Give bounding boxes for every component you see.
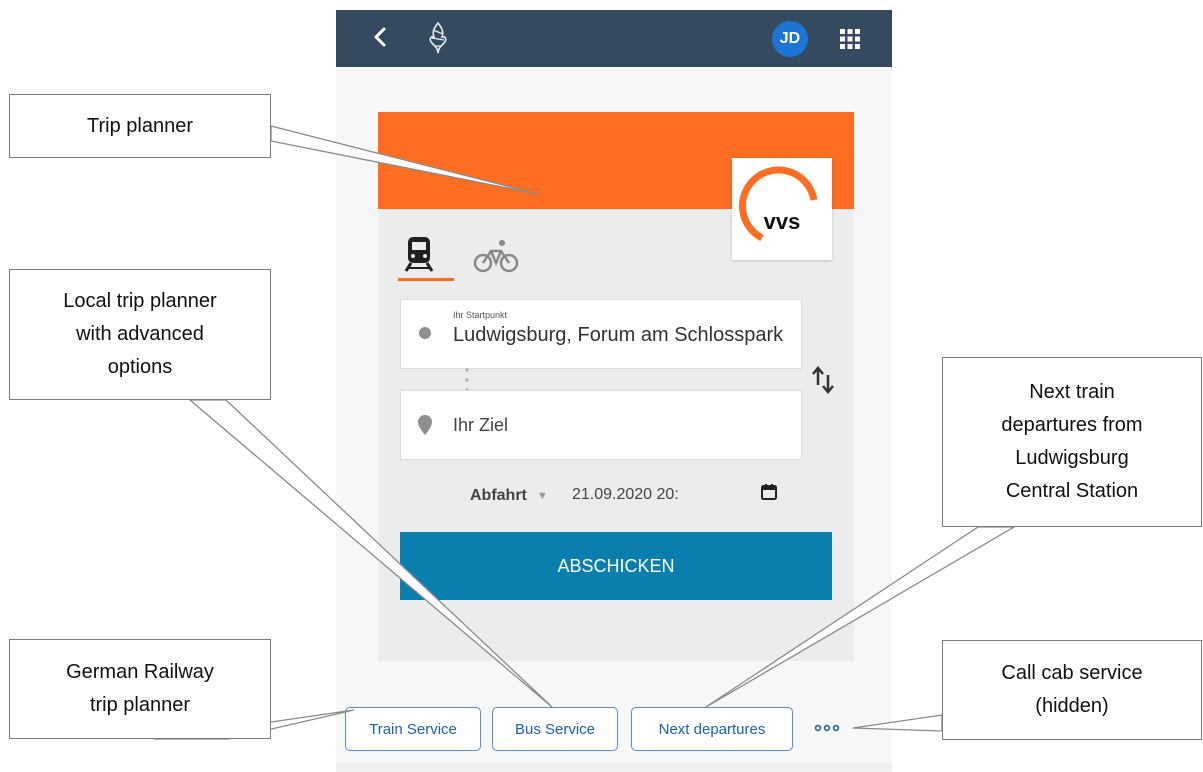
grid-icon[interactable] [839,28,861,50]
coat-of-arms-icon [429,21,447,54]
callout-next-train-departures: Next train departures from Ludwigsburg C… [942,357,1202,527]
avatar[interactable]: JD [772,21,808,57]
departure-mode-label: Abfahrt [470,487,527,504]
swap-icon[interactable] [811,365,835,395]
calendar-icon[interactable] [760,483,778,501]
start-dot-icon [419,327,431,339]
callout-local-trip-planner: Local trip planner with advanced options [9,269,271,400]
callout-call-cab-text: Call cab service (hidden) [1001,662,1143,717]
bicycle-icon[interactable] [472,238,520,274]
datetime-input[interactable]: 21.09.2020 20:00 [572,486,678,504]
bottom-strip [336,763,892,772]
back-button[interactable] [366,22,396,52]
destination-field[interactable]: Ihr Ziel [400,390,802,460]
caret-down-icon: ▼ [536,490,548,502]
start-point-value[interactable]: Ludwigsburg, Forum am Schlosspark [453,324,801,347]
train-icon[interactable] [402,234,436,274]
start-point-caption: Ihr Startpunkt [453,310,508,320]
chevron-left-icon [374,27,386,47]
submit-button[interactable]: ABSCHICKEN [400,532,832,600]
selected-mode-indicator [398,278,454,281]
top-bar: JD [336,10,892,67]
callout-trip-planner: Trip planner [9,94,271,158]
departure-mode-select[interactable]: Abfahrt ▼ [470,484,548,508]
train-service-button[interactable]: Train Service [345,707,481,751]
callout-call-cab: Call cab service (hidden) [942,640,1202,740]
vvs-logo: vvs [732,158,832,260]
callout-local-trip-planner-text: Local trip planner with advanced options [63,290,217,378]
bus-service-button[interactable]: Bus Service [492,707,618,751]
callout-german-railway-text: German Railway trip planner [66,661,214,716]
location-pin-icon [418,415,432,435]
callout-next-train-departures-text: Next train departures from Ludwigsburg C… [1001,381,1143,502]
start-point-field[interactable]: Ihr Startpunkt Ludwigsburg, Forum am Sch… [400,299,802,369]
callout-trip-planner-text: Trip planner [87,114,193,137]
more-dots-icon[interactable] [812,718,842,738]
callout-german-railway: German Railway trip planner [9,639,271,739]
destination-placeholder: Ihr Ziel [453,415,509,435]
app-screen: JD vvs Ihr Startpunkt Ludwigsburg, Forum… [336,10,892,772]
trip-planner-card: vvs Ihr Startpunkt Ludwigsburg, Forum am… [378,112,854,661]
vvs-logo-text: vvs [763,209,801,234]
next-departures-button[interactable]: Next departures [631,707,793,751]
